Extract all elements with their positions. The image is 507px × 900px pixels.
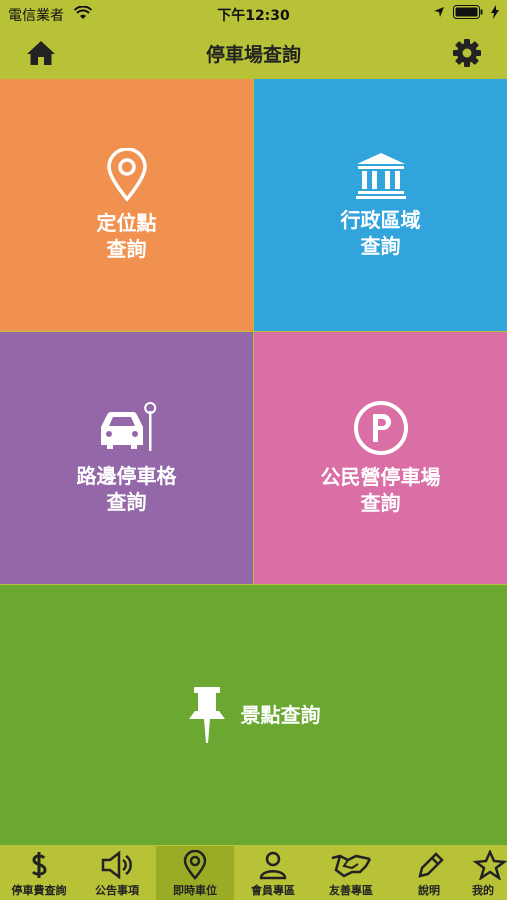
pencil-icon [418,852,444,878]
status-bar: 電信業者 下午12:30 [0,0,507,28]
tab-friendly[interactable]: 友善專區 [312,846,390,900]
speaker-icon [101,850,132,880]
clock: 下午12:30 [217,8,290,24]
charging-icon [491,5,499,19]
tile-label-line2: 查詢 [106,490,147,514]
tab-label: 友善專區 [329,884,373,897]
tile-label-line1: 定位點 [96,211,157,235]
tile-label-line2: 查詢 [360,491,401,515]
handshake-icon [331,854,372,878]
tile-label: 景點查詢 [240,703,321,727]
star-icon [472,850,507,880]
tab-label: 公告事項 [95,884,139,897]
tab-label: 即時車位 [173,884,217,897]
tab-announcements[interactable]: 公告事項 [78,846,156,900]
tab-help[interactable]: 說明 [390,846,468,900]
car-parking-meter-icon [100,402,156,451]
tab-realtime-parking[interactable]: 即時車位 [156,846,234,900]
tab-mine[interactable]: 我的 [468,846,507,900]
page-title: 停車場查詢 [205,44,301,66]
tile-label-line2: 查詢 [360,234,401,258]
user-icon [259,851,287,880]
pushpin-icon [188,687,225,743]
dollar-icon [31,852,47,878]
government-building-icon [355,153,406,199]
tile-roadside-parking-search[interactable]: 路邊停車格 查詢 [0,332,253,584]
location-arrow-icon [434,7,444,17]
tile-attraction-search[interactable]: 景點查詢 [0,585,507,845]
tile-district-search[interactable]: 行政區域 查詢 [254,79,507,331]
tile-location-search[interactable]: 定位點 查詢 [0,79,253,331]
map-pin-icon [183,850,207,880]
tile-label-line1: 路邊停車格 [76,464,177,488]
parking-p-icon [353,401,408,455]
tab-label: 說明 [418,884,440,897]
tile-label-line1: 行政區域 [340,208,421,232]
tile-label-line1: 公民營停車場 [320,465,441,489]
map-pin-icon [106,148,147,202]
tab-parking-fee[interactable]: 停車費查詢 [0,846,78,900]
gear-icon[interactable] [452,38,482,68]
tile-parking-lot-search[interactable]: 公民營停車場 查詢 [254,332,507,584]
tab-label: 我的 [472,884,494,897]
nav-bar: 停車場查詢 [0,28,507,78]
tab-member[interactable]: 會員專區 [234,846,312,900]
tab-bar: 停車費查詢 公告事項 即時車位 會員專區 友善專區 說明 我的 [0,846,507,900]
tab-label: 會員專區 [251,884,295,897]
tile-label-line2: 查詢 [106,237,147,261]
battery-icon [453,5,483,19]
tab-label: 停車費查詢 [11,884,67,897]
